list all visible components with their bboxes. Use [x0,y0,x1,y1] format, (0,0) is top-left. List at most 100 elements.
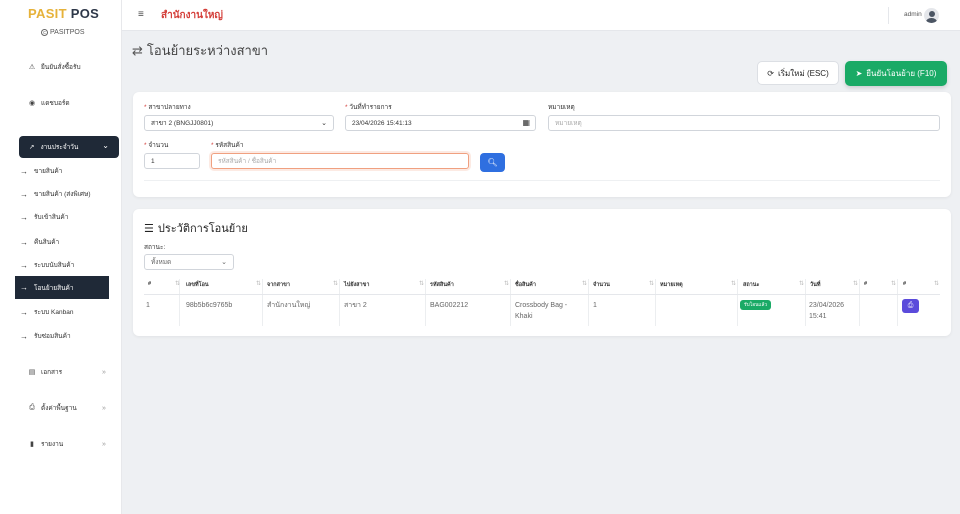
chevron-right-icon: » [102,368,106,376]
qty-input[interactable]: 1 [144,153,200,169]
print-button[interactable]: ⎙ [902,299,919,313]
col-header-date[interactable]: วันที่ [810,281,820,289]
col-header-action1[interactable]: # [864,281,867,287]
divider [144,180,940,181]
avatar[interactable] [924,8,939,23]
calendar-icon[interactable]: ▦ [522,118,530,127]
sidebar-sub-repair[interactable]: → รับซ่อมสินค้า [20,331,71,341]
sidebar-group-daily[interactable]: ↗ งานประจำวัน ⌄ [19,136,119,158]
arrow-right-icon: → [20,331,28,341]
cell-code: BAG002212 [430,302,469,309]
sort-icon[interactable]: ⇅ [731,280,736,287]
note-label: หมายเหตุ [548,104,575,111]
cell-transfer-no: 98b5b6c9765b [186,302,233,309]
sidebar-item-settings[interactable]: ⎙ ตั้งค่าพื้นฐาน » [28,403,106,413]
sidebar-sub-kanban[interactable]: → ระบบ Kanban [20,307,73,317]
col-header-note[interactable]: หมายเหตุ [660,281,683,289]
topbar: ≡ สำนักงานใหญ่ admin [122,0,960,31]
send-icon: ➤ [855,69,863,78]
list-icon: ☰ [144,222,154,235]
sort-icon[interactable]: ⇅ [649,280,654,287]
sidebar: PASIT POS c PASITPOS ⚠ ยืนยันสั่งซื้อรับ… [0,0,122,514]
user-name[interactable]: admin [904,11,922,18]
branch-title: สำนักงานใหญ่ [161,10,223,21]
col-header-from[interactable]: จากสาขา [267,281,290,289]
chart-line-icon: ↗ [29,144,35,151]
history-title: ☰ ประวัติการโอนย้าย [144,222,248,236]
sort-icon[interactable]: ⇅ [504,280,509,287]
qty-label: * จำนวน [144,142,169,149]
menu-icon[interactable]: ≡ [138,9,144,20]
search-icon: 🔍︎ [487,158,498,167]
sidebar-sub-return[interactable]: → คืนสินค้า [20,237,59,247]
status-filter-label: สถานะ: [144,244,166,251]
col-header-qty[interactable]: จำนวน [593,281,610,289]
warning-icon: ⚠ [28,64,36,71]
chevron-right-icon: » [102,440,106,448]
dest-branch-select[interactable]: สาขา 2 (BNGJJ0801) ⌄ [144,115,334,131]
date-label: * วันที่ทำรายการ [345,104,392,111]
sidebar-sub-transfer[interactable]: → โอนย้ายสินค้า [15,276,109,299]
chevron-down-icon: ⌄ [221,259,227,266]
sidebar-sub-receive[interactable]: → รับเข้าสินค้า [20,212,68,222]
transfer-history-card: ☰ ประวัติการโอนย้าย สถานะ: ทั้งหมด ⌄ # ⇅… [133,209,951,336]
brand-subtitle: c PASITPOS [41,29,85,36]
col-header-no[interactable]: # [148,281,151,287]
arrow-right-icon: → [20,189,28,199]
document-icon: ▤ [28,369,36,376]
status-badge: รับโอนแล้ว [740,300,772,310]
sidebar-sub-sell[interactable]: → ขายสินค้า [20,166,62,176]
transfer-form-card: * สาขาปลายทาง สาขา 2 (BNGJJ0801) ⌄ * วัน… [133,92,951,197]
dashboard-icon: ◉ [28,100,36,107]
arrow-right-icon: → [20,283,28,292]
sort-icon[interactable]: ⇅ [891,280,896,287]
sort-icon[interactable]: ⇅ [256,280,261,287]
col-header-name[interactable]: ชื่อสินค้า [515,281,536,289]
sidebar-item-documents[interactable]: ▤ เอกสาร » [28,367,106,377]
date-input[interactable]: 23/04/2026 15:41:13 ▦ [345,115,536,131]
arrow-right-icon: → [20,212,28,222]
transfer-arrows-icon: ⇄ [132,42,143,58]
sidebar-item-confirm-order[interactable]: ⚠ ยืนยันสั่งซื้อรับ [28,62,81,72]
sort-icon[interactable]: ⇅ [934,280,939,287]
product-code-input[interactable]: รหัสสินค้า / ชื่อสินค้า [211,153,469,169]
arrow-right-icon: → [20,166,28,176]
sidebar-sub-sell-special[interactable]: → ขายสินค้า (ส่งพิเศษ) [20,189,91,199]
printer-icon: ⎙ [907,302,914,309]
sort-icon[interactable]: ⇅ [582,280,587,287]
cell-name: Crossbody Bag - Khaki [515,302,568,320]
reset-button[interactable]: ⟳ เริ่มใหม่ (ESC) [757,61,839,85]
cell-to: สาขา 2 [344,302,367,309]
sort-icon[interactable]: ⇅ [333,280,338,287]
sidebar-item-dashboard[interactable]: ◉ แดชบอร์ด [28,98,70,108]
dest-branch-label: * สาขาปลายทาง [144,104,191,111]
col-header-code[interactable]: รหัสสินค้า [430,281,454,289]
product-code-label: * รหัสสินค้า [211,142,244,149]
arrow-right-icon: → [20,237,28,247]
col-header-transfer-no[interactable]: เลขที่โอน [186,281,209,289]
refresh-icon: ⟳ [767,68,774,78]
sidebar-item-reports[interactable]: ▮ รายงาน » [28,439,106,449]
chevron-right-icon: » [102,404,106,412]
sort-icon[interactable]: ⇅ [853,280,858,287]
page-title: ⇄ โอนย้ายระหว่างสาขา [132,42,269,59]
sort-icon[interactable]: ⇅ [419,280,424,287]
note-input[interactable]: หมายเหตุ [548,115,940,131]
col-header-action2[interactable]: # [903,281,906,287]
cell-date: 23/04/2026 15:41 [809,302,845,320]
sort-icon[interactable]: ⇅ [175,280,180,287]
chevron-down-icon: ⌄ [102,141,109,150]
sidebar-sub-stock-count[interactable]: → ระบบนับสินค้า [20,260,74,270]
col-header-to[interactable]: ไปยังสาขา [344,281,369,289]
search-button[interactable]: 🔍︎ [480,153,505,172]
brand-logo[interactable]: PASIT POS [28,6,99,21]
status-filter-select[interactable]: ทั้งหมด ⌄ [144,254,234,270]
confirm-transfer-button[interactable]: ➤ ยืนยันโอนย้าย (F10) [845,61,947,86]
bookmark-icon: ▮ [30,441,34,448]
cell-no: 1 [146,302,150,309]
cell-from: สำนักงานใหญ่ [267,302,311,309]
sort-icon[interactable]: ⇅ [799,280,804,287]
printer-icon: ⎙ [29,404,35,411]
copyright-icon: c [41,29,48,36]
col-header-status[interactable]: สถานะ [743,281,760,289]
